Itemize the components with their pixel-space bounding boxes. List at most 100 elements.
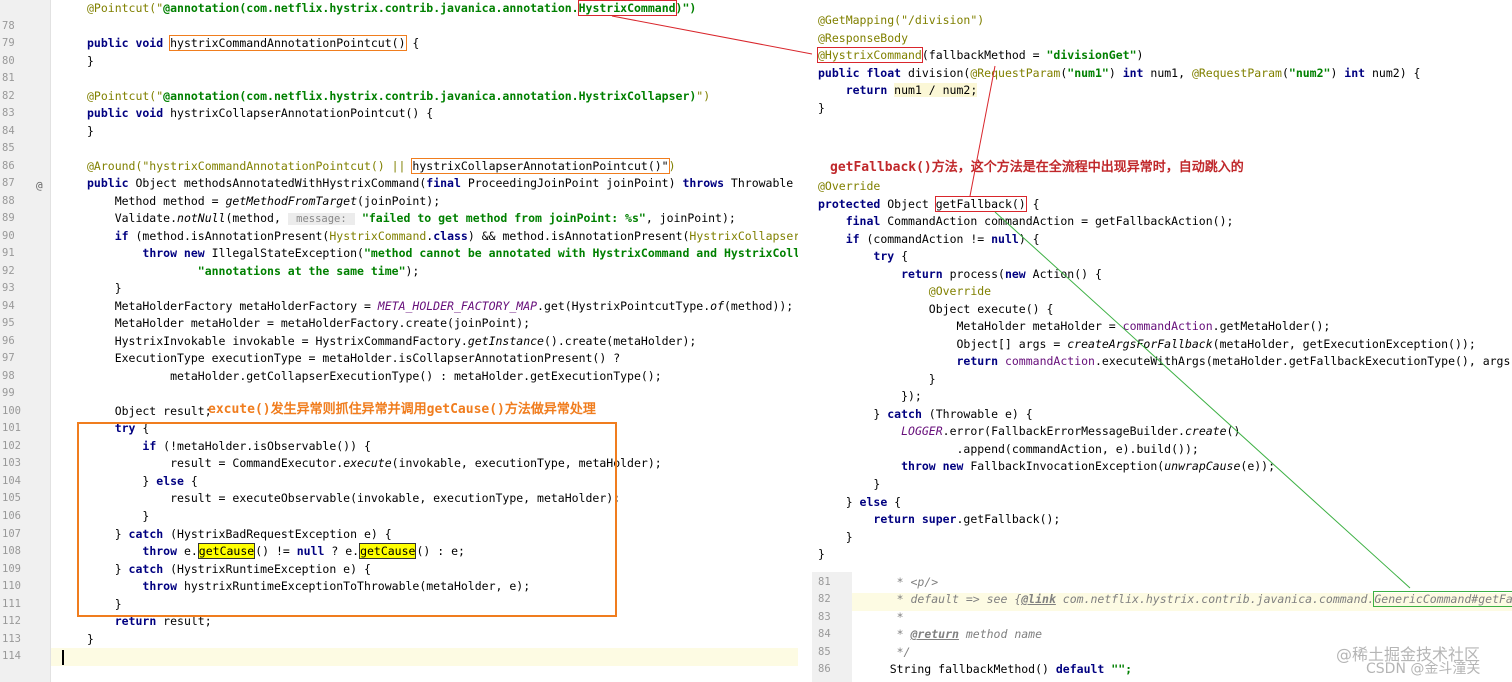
- code-line[interactable]: MetaHolder metaHolder = commandAction.ge…: [812, 318, 1512, 336]
- code-line[interactable]: LOGGER.error(FallbackErrorMessageBuilder…: [812, 423, 1512, 441]
- code-line[interactable]: }: [812, 100, 1512, 118]
- code-line[interactable]: 91 throw new IllegalStateException("meth…: [0, 245, 798, 263]
- code-line[interactable]: @GetMapping("/division"): [812, 12, 1512, 30]
- code-token: return: [956, 354, 1005, 368]
- code-line[interactable]: 89 Validate.notNull(method, message: "fa…: [0, 210, 798, 228]
- code-text: final CommandAction commandAction = getF…: [818, 213, 1234, 231]
- code-line[interactable]: 88 Method method = getMethodFromTarget(j…: [0, 193, 798, 211]
- code-line[interactable]: 78: [0, 18, 798, 36]
- code-text: protected Object getFallback() {: [818, 196, 1040, 214]
- code-line[interactable]: 113}: [0, 631, 798, 649]
- code-line[interactable]: 96 HystrixInvokable invokable = HystrixC…: [0, 333, 798, 351]
- code-token: getFallback(): [934, 196, 1027, 212]
- code-text: }: [818, 100, 825, 118]
- code-line[interactable]: protected Object getFallback() {: [812, 196, 1512, 214]
- code-token: ): [1108, 66, 1123, 80]
- code-line[interactable]: 94 MetaHolderFactory metaHolderFactory =…: [0, 298, 798, 316]
- code-text: Object[] args = createArgsForFallback(me…: [818, 336, 1475, 354]
- code-line[interactable]: 79 public void hystrixCommandAnnotationPo…: [0, 35, 798, 53]
- code-token: final: [845, 214, 888, 228]
- code-token: class: [433, 229, 468, 243]
- code-text: @Pointcut("@annotation(com.netflix.hystr…: [87, 0, 696, 18]
- code-line[interactable]: 84}: [0, 123, 798, 141]
- code-token: }: [87, 281, 122, 295]
- code-text: LOGGER.error(FallbackErrorMessageBuilder…: [818, 423, 1240, 441]
- code-line[interactable]: 81: [0, 70, 798, 88]
- code-line[interactable]: if (commandAction != null) {: [812, 231, 1512, 249]
- code-line[interactable]: } catch (Throwable e) {: [812, 406, 1512, 424]
- code-token: throws: [682, 176, 731, 190]
- code-line[interactable]: 86 @Around("hystrixCommandAnnotationPoint…: [0, 158, 798, 176]
- code-token: return super: [873, 512, 957, 526]
- code-token: (joinPoint);: [357, 194, 441, 208]
- code-line[interactable]: } else {: [812, 494, 1512, 512]
- code-token: public float: [818, 66, 909, 80]
- code-line[interactable]: 90 if (method.isAnnotationPresent(Hystri…: [0, 228, 798, 246]
- code-line[interactable]: 85: [0, 140, 798, 158]
- code-line[interactable]: public float division(@RequestParam("num…: [812, 65, 1512, 83]
- code-token: )"): [675, 1, 697, 15]
- code-line[interactable]: Object execute() {: [812, 301, 1512, 319]
- code-line[interactable]: 92 "annotations at the same time");: [0, 263, 798, 281]
- code-line[interactable]: throw new FallbackInvocationException(un…: [812, 458, 1512, 476]
- code-line[interactable]: return super.getFallback();: [812, 511, 1512, 529]
- code-line[interactable]: .append(commandAction, e).build());: [812, 441, 1512, 459]
- code-line[interactable]: 97 ExecutionType executionType = metaHol…: [0, 350, 798, 368]
- code-line[interactable]: }: [812, 476, 1512, 494]
- code-line[interactable]: 87 public Object methodsAnnotatedWithHyst…: [0, 175, 798, 193]
- code-line[interactable]: @Override: [812, 178, 1512, 196]
- code-line[interactable]: @Pointcut("@annotation(com.netflix.hystr…: [0, 0, 798, 18]
- code-line[interactable]: @Override: [812, 283, 1512, 301]
- code-line[interactable]: 82 @Pointcut("@annotation(com.netflix.hys…: [0, 88, 798, 106]
- line-number: 85: [818, 646, 831, 658]
- code-token: createArgsForFallback: [1067, 337, 1213, 351]
- code-token: getMethodFromTarget: [225, 194, 358, 208]
- code-text: String fallbackMethod() default "";: [862, 661, 1132, 679]
- line-number: 87: [2, 177, 15, 189]
- code-line[interactable]: 83 public void hystrixCollapserAnnotation…: [0, 105, 798, 123]
- code-line[interactable]: 95 MetaHolder metaHolder = metaHolderFac…: [0, 315, 798, 333]
- code-line[interactable]: return process(new Action() {: [812, 266, 1512, 284]
- code-line[interactable]: Object[] args = createArgsForFallback(me…: [812, 336, 1512, 354]
- code-token: "): [696, 89, 711, 103]
- code-line[interactable]: return num1 / num2;: [812, 82, 1512, 100]
- code-text: HystrixInvokable invokable = HystrixComm…: [87, 333, 697, 351]
- code-line[interactable]: 83 *: [812, 609, 1512, 627]
- code-line[interactable]: 81 * <p/>: [812, 574, 1512, 592]
- code-token: new: [1004, 267, 1033, 281]
- code-line[interactable]: }: [812, 546, 1512, 564]
- code-token: MetaHolder metaHolder = metaHolderFactor…: [87, 316, 531, 330]
- code-token: ): [1136, 48, 1144, 62]
- code-line[interactable]: }: [812, 371, 1512, 389]
- code-line[interactable]: 114: [0, 648, 798, 666]
- code-line[interactable]: @HystrixCommand(fallbackMethod = "divisi…: [812, 47, 1512, 65]
- code-line[interactable]: 93 }: [0, 280, 798, 298]
- code-line[interactable]: });: [812, 388, 1512, 406]
- code-line[interactable]: 98 metaHolder.getCollapserExecutionType(…: [0, 368, 798, 386]
- code-line[interactable]: 82 * default => see {@link com.netflix.h…: [812, 591, 1512, 609]
- code-token: (method,: [225, 211, 288, 225]
- line-number: 107: [2, 528, 21, 540]
- code-line[interactable]: final CommandAction commandAction = getF…: [812, 213, 1512, 231]
- code-token: }: [818, 101, 825, 115]
- code-token: getInstance: [467, 334, 544, 348]
- code-token: else: [859, 495, 895, 509]
- code-token: ): [1330, 66, 1345, 80]
- code-line[interactable]: try {: [812, 248, 1512, 266]
- code-token: Object: [887, 197, 936, 211]
- code-token: }: [818, 477, 881, 491]
- line-number: 98: [2, 370, 15, 382]
- code-line[interactable]: }: [812, 529, 1512, 547]
- code-line[interactable]: @ResponseBody: [812, 30, 1512, 48]
- right-editor-pane[interactable]: @GetMapping("/division") @ResponseBody @Hy…: [812, 0, 1512, 682]
- left-editor-pane[interactable]: @ @Pointcut("@annotation(com.netflix.hys…: [0, 0, 798, 682]
- code-token: Validate.: [87, 211, 178, 225]
- code-line[interactable]: return commandAction.executeWithArgs(met…: [812, 353, 1512, 371]
- code-token: @HystrixCommand: [817, 47, 923, 63]
- code-token: process(: [949, 267, 1005, 281]
- code-line[interactable]: 80}: [0, 53, 798, 71]
